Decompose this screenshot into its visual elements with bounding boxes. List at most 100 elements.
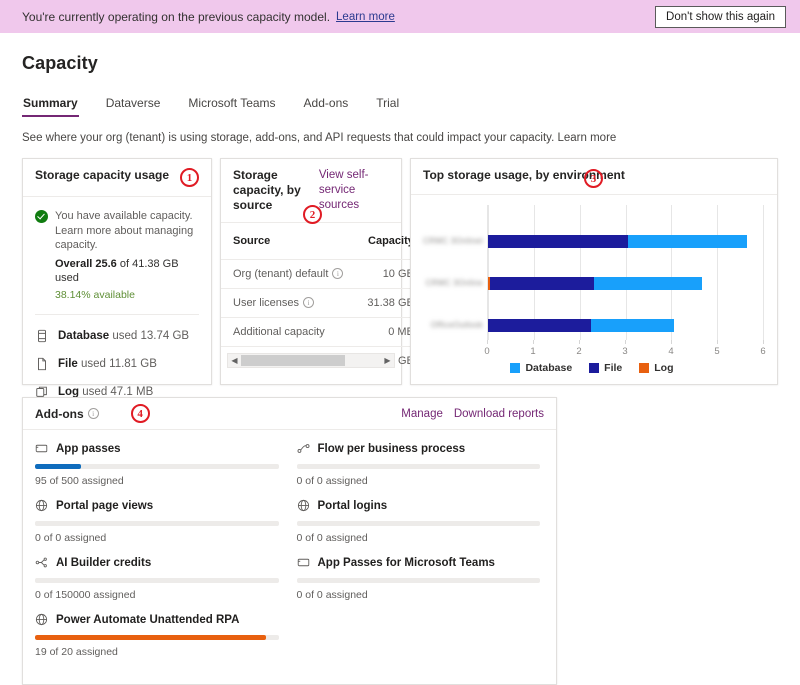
globe-icon xyxy=(297,499,311,513)
add-on-assigned-text: 0 of 0 assigned xyxy=(296,532,368,544)
chart-bar-row[interactable] xyxy=(488,235,763,248)
storage-item-file: File used 11.81 GB xyxy=(35,357,199,371)
chart-bar-segment-file[interactable] xyxy=(490,277,595,290)
add-on-name: AI Builder credits xyxy=(56,557,152,569)
tab-summary[interactable]: Summary xyxy=(22,94,79,117)
chart-x-tick xyxy=(671,340,672,344)
add-ons-header: Add-ons i 4 Manage Download reports xyxy=(23,398,556,430)
callout-badge-2: 2 xyxy=(303,205,322,224)
legend-item-file[interactable]: File xyxy=(589,362,622,374)
legend-label: Database xyxy=(525,362,573,374)
add-on-name: Power Automate Unattended RPA xyxy=(56,614,240,626)
ai-builder-icon xyxy=(35,556,49,570)
tab-add-ons[interactable]: Add-ons xyxy=(303,94,350,117)
storage-capacity-by-source-card: Storage capacity, by source View self-se… xyxy=(220,158,426,385)
app-passes-icon xyxy=(297,556,311,570)
add-on-progress-bar xyxy=(35,464,279,469)
tab-trial[interactable]: Trial xyxy=(375,94,400,117)
capacity-status-text[interactable]: You have available capacity. Learn more … xyxy=(55,210,193,251)
chart-x-axis: 0 1 2 3 4 5 6 xyxy=(484,340,766,360)
page-subtitle-learn-more-link[interactable]: Learn more xyxy=(557,132,616,144)
scroll-left-arrow[interactable]: ◀ xyxy=(228,356,241,365)
chart-bar-segment-database[interactable] xyxy=(594,277,703,290)
view-self-service-sources-link[interactable]: View self-service sources xyxy=(319,168,389,213)
tab-microsoft-teams[interactable]: Microsoft Teams xyxy=(187,94,276,117)
storage-item-name: Database xyxy=(58,330,110,342)
chart-bar-segment-file[interactable] xyxy=(488,319,592,332)
table-row: Additional capacity 0 MB xyxy=(221,317,426,347)
table-header-row: Source Capacity xyxy=(221,223,426,260)
info-icon[interactable]: i xyxy=(303,297,315,309)
scrollbar-thumb[interactable] xyxy=(241,355,345,366)
overall-usage-line: Overall 25.6 of 41.38 GB used xyxy=(55,257,199,286)
legend-label: Log xyxy=(654,362,674,374)
chart-bar-row[interactable] xyxy=(488,277,763,290)
add-on-assigned-text: 0 of 150000 assigned xyxy=(35,589,136,601)
chart-plot-wrapper: CRMC 3Onlinet CRMC 3Online OfficeOutlook xyxy=(421,205,764,340)
dont-show-again-button[interactable]: Don't show this again xyxy=(655,6,786,28)
add-on-progress-fill xyxy=(35,635,267,640)
add-on-name: Portal logins xyxy=(317,500,388,512)
database-icon xyxy=(35,329,49,343)
tab-bar: Summary Dataverse Microsoft Teams Add-on… xyxy=(22,94,778,117)
add-on-name: Portal page views xyxy=(56,500,154,512)
page-title: Capacity xyxy=(22,53,98,73)
legend-swatch xyxy=(510,363,521,373)
chart-bar-row[interactable] xyxy=(488,319,763,332)
chart-x-tick-label: 1 xyxy=(530,346,536,357)
chart-x-tick-label: 5 xyxy=(714,346,720,357)
globe-icon xyxy=(35,499,49,513)
add-on-assigned-text: 0 of 0 assigned xyxy=(35,532,107,544)
chart-x-tick-label: 2 xyxy=(576,346,582,357)
chart-bar-segment-database[interactable] xyxy=(627,235,747,248)
add-ons-grid: App passes 95 of 500 assigned Flow per bus… xyxy=(23,430,556,684)
legend-item-log[interactable]: Log xyxy=(639,362,674,374)
table-row: Org (tenant) default i 10 GB xyxy=(221,259,426,289)
storage-capacity-usage-body: You have available capacity. Learn more … xyxy=(23,197,211,399)
add-on-progress-bar xyxy=(296,521,540,526)
chart-legend: Database File Log xyxy=(421,362,763,374)
chart-category-label: CRMC 3Online xyxy=(425,278,483,288)
chart-x-tick-label: 0 xyxy=(484,346,490,357)
chart-category-labels: CRMC 3Onlinet CRMC 3Online OfficeOutlook xyxy=(421,205,487,340)
horizontal-scrollbar[interactable]: ◀ ▶ xyxy=(227,353,395,368)
summary-card-row: Storage capacity usage 1 You have availa… xyxy=(22,158,778,398)
banner-learn-more-link[interactable]: Learn more xyxy=(336,11,395,23)
chart-x-tick xyxy=(625,340,626,344)
add-on-label-row: Portal page views xyxy=(35,499,279,513)
add-on-name: Flow per business process xyxy=(317,443,466,455)
manage-link[interactable]: Manage xyxy=(401,408,443,420)
tab-dataverse[interactable]: Dataverse xyxy=(105,94,162,117)
storage-capacity-usage-header: Storage capacity usage 1 xyxy=(23,159,211,197)
banner-text: You're currently operating on the previo… xyxy=(22,9,331,24)
source-name: User licenses xyxy=(233,296,300,309)
chart-bar-segment-file[interactable] xyxy=(488,235,628,248)
callout-badge-1: 1 xyxy=(180,168,199,187)
storage-item-detail: used 11.81 GB xyxy=(81,358,157,370)
add-on-progress-bar xyxy=(35,521,279,526)
add-on-progress-bar xyxy=(296,464,540,469)
col-source: Source xyxy=(221,223,356,260)
chart-x-tick-label: 3 xyxy=(622,346,628,357)
add-on-assigned-text: 95 of 500 assigned xyxy=(35,475,124,487)
add-on-label-row: Power Automate Unattended RPA xyxy=(35,613,279,627)
scrollbar-track[interactable] xyxy=(241,355,381,366)
add-on-item: Portal logins 0 of 0 assigned xyxy=(296,499,540,556)
storage-capacity-usage-title: Storage capacity usage xyxy=(35,168,170,182)
overall-value: 25.6 xyxy=(95,257,117,270)
info-icon[interactable]: i xyxy=(332,268,344,280)
add-on-label-row: Flow per business process xyxy=(297,442,541,456)
legend-item-database[interactable]: Database xyxy=(510,362,572,374)
scroll-right-arrow[interactable]: ▶ xyxy=(381,356,394,365)
info-icon[interactable]: i xyxy=(87,408,99,419)
add-on-assigned-text: 0 of 0 assigned xyxy=(296,475,368,487)
chart-gridline xyxy=(763,205,764,340)
chart-bar-segment-database[interactable] xyxy=(591,319,674,332)
add-on-assigned-text: 19 of 20 assigned xyxy=(35,646,118,658)
add-on-item: Power Automate Unattended RPA 19 of 20 as… xyxy=(35,613,279,670)
add-on-item: AI Builder credits 0 of 150000 assigned xyxy=(35,556,279,613)
download-reports-link[interactable]: Download reports xyxy=(454,408,544,420)
storage-item-detail: used 13.74 GB xyxy=(112,330,190,342)
available-percentage: 38.14% available xyxy=(55,288,135,301)
add-on-item: App passes 95 of 500 assigned xyxy=(35,442,279,499)
